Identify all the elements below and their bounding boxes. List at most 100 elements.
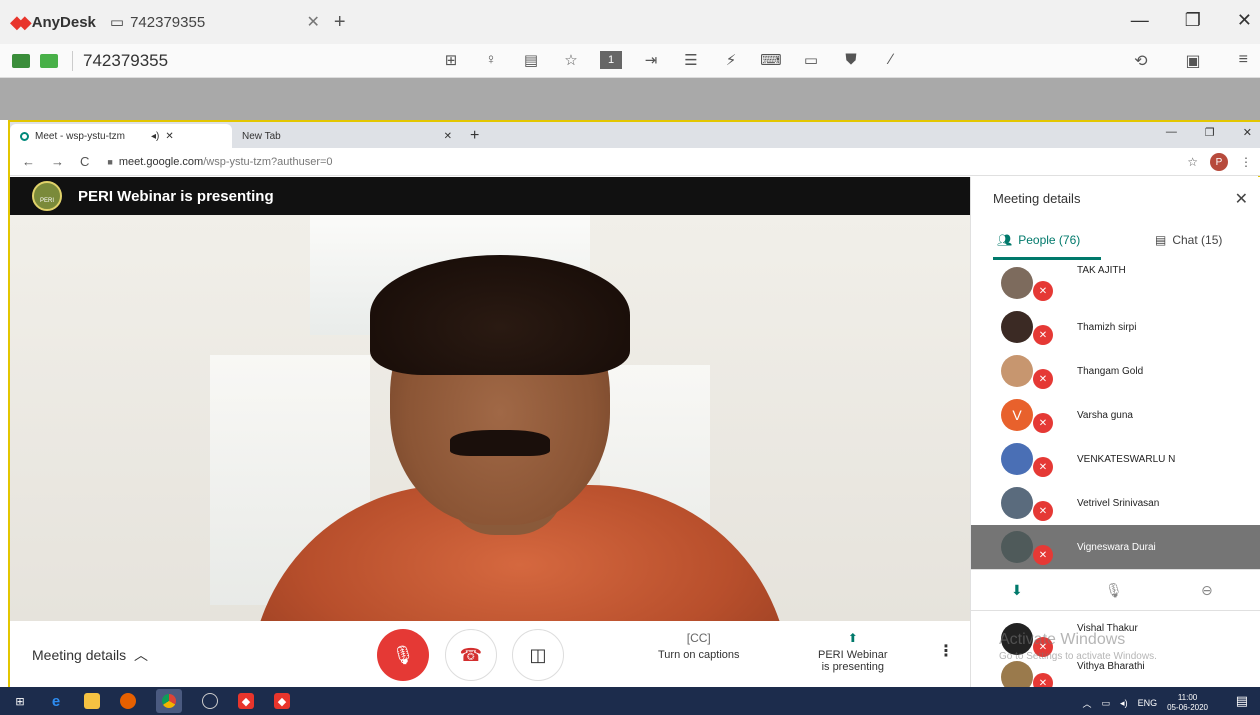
list-item[interactable]: V ✕ Varsha guna [971, 393, 1260, 437]
meet-favicon-icon [20, 131, 29, 141]
restore-button[interactable]: ❐ [1205, 126, 1215, 139]
edge-icon[interactable]: e [48, 693, 64, 710]
file-transfer-icon[interactable]: ⇥ [640, 51, 662, 69]
pen-icon[interactable]: ∕ [880, 51, 902, 69]
muted-icon: ✕ [1033, 545, 1053, 565]
monitor-1-button[interactable]: 1 [600, 51, 622, 69]
display-icon[interactable]: ▭ [800, 51, 822, 69]
anydesk-logo-icon: ◆◆ [10, 11, 32, 32]
camera-toggle-button[interactable]: ◫ [512, 629, 564, 681]
pin-icon[interactable]: ⬇ [1011, 582, 1023, 599]
mute-participant-icon[interactable]: 🎙︎ [1105, 582, 1123, 599]
list-item[interactable]: ✕ Vigneswara Durai [971, 525, 1260, 569]
presenting-button[interactable]: ⬆ PERI Webinar is presenting [818, 631, 888, 673]
tab-people[interactable]: 👥︎ People (76) [997, 233, 1080, 247]
new-tab-button[interactable]: + [470, 124, 479, 148]
participant-name: Varsha guna [1077, 409, 1133, 421]
anydesk-taskbar-icon[interactable]: ◆ [238, 693, 254, 709]
close-tab-icon[interactable]: ✕ [444, 131, 452, 142]
avatar [1001, 267, 1033, 299]
presentation-video[interactable] [10, 215, 970, 621]
firefox-icon[interactable] [120, 693, 136, 709]
kebab-menu-icon[interactable]: ⋮ [1240, 155, 1252, 169]
windows-start-icon[interactable]: ⊞ [12, 693, 28, 709]
shield-icon[interactable]: ⛊ [840, 51, 862, 69]
meeting-details-button[interactable]: Meeting details ︿ [32, 645, 148, 665]
profile-avatar[interactable]: P [1210, 153, 1228, 171]
history-icon[interactable]: ⟲ [1134, 51, 1147, 71]
participant-name: Vetrivel Srinivasan [1077, 497, 1160, 509]
anydesk-taskbar-icon[interactable]: ◆ [274, 693, 290, 709]
minimize-button[interactable]: — [1166, 126, 1177, 139]
hang-up-icon: ☎ [459, 644, 483, 665]
close-tab-icon[interactable]: ✕ [306, 12, 319, 32]
audio-icon[interactable]: ♀ [480, 51, 502, 69]
list-item[interactable]: ✕ Vishal Thakur [971, 617, 1260, 661]
mic-toggle-button[interactable]: 🎙︎ [377, 629, 429, 681]
list-item[interactable]: ✕ Thangam Gold [971, 349, 1260, 393]
chrome-icon[interactable] [156, 689, 182, 713]
network-icon[interactable]: ▭ [1102, 698, 1111, 709]
reload-icon[interactable]: C [80, 154, 89, 169]
remote-desk-icon[interactable] [40, 53, 58, 68]
remove-participant-icon[interactable]: ⊖ [1201, 582, 1213, 599]
captions-button[interactable]: [CC] Turn on captions [658, 631, 740, 661]
close-window-button[interactable]: ✕ [1243, 126, 1252, 139]
tab-chat[interactable]: ▤ Chat (15) [1155, 233, 1222, 247]
anydesk-address-field[interactable]: 742379355 [72, 50, 168, 71]
participant-actions: ⬇ 🎙︎ ⊖ [971, 569, 1260, 611]
cc-icon: [CC] [686, 631, 711, 645]
file-explorer-icon[interactable] [84, 693, 100, 709]
remote-screen[interactable]: Meet - wsp-ystu-tzm ◂) ✕ New Tab ✕ + — ❐… [8, 120, 1260, 693]
anydesk-tools: ⊞ ♀ ▤ ☆ 1 ⇥ ☰ ⚡ ⌨ ▭ ⛊ ∕ [440, 51, 902, 69]
menu-icon[interactable]: ≡ [1239, 51, 1248, 71]
save-icon[interactable]: ▣ [1186, 51, 1201, 71]
leave-call-button[interactable]: ☎ [445, 629, 497, 681]
window-controls: — ❐ ✕ [1131, 10, 1252, 31]
bookmark-star-icon[interactable]: ☆ [1187, 155, 1198, 169]
notification-icon[interactable]: ▤ [1236, 693, 1248, 709]
people-list: ✕ TAK AJITH ✕ Thamizh sirpi ✕ Thangam Go… [971, 261, 1260, 693]
present-screen-icon: ⬆ [847, 631, 858, 645]
list-item[interactable]: ✕ VENKATESWARLU N [971, 437, 1260, 481]
minimize-button[interactable]: — [1131, 10, 1149, 31]
participant-name: Vithya Bharathi [1077, 661, 1145, 672]
url-path: /wsp-ystu-tzm?authuser=0 [203, 155, 333, 168]
list-item[interactable]: ✕ Thamizh sirpi [971, 305, 1260, 349]
anydesk-toolbar: 742379355 ⊞ ♀ ▤ ☆ 1 ⇥ ☰ ⚡ ⌨ ▭ ⛊ ∕ ⟲ ▣ ≡ [0, 44, 1260, 78]
back-icon[interactable]: ← [22, 154, 35, 169]
close-tab-icon[interactable]: ✕ [165, 131, 173, 142]
obs-icon[interactable] [202, 693, 218, 709]
new-tab-button[interactable]: + [334, 11, 346, 34]
keyboard-icon[interactable]: ⌨ [760, 51, 782, 69]
chevron-up-icon[interactable]: ︿ [1083, 697, 1092, 710]
clipboard-icon[interactable]: ▤ [520, 51, 542, 69]
more-options-icon[interactable]: ⋮ [938, 641, 954, 661]
url-domain: meet.google.com [118, 155, 204, 168]
forward-icon[interactable]: → [51, 154, 64, 169]
maximize-button[interactable]: ❐ [1185, 10, 1201, 31]
chrome-toolbar-right: ☆ P ⋮ [1187, 153, 1252, 171]
avatar [1001, 487, 1033, 519]
avatar [1001, 311, 1033, 343]
clock[interactable]: 11:00 05-06-2020 [1167, 693, 1208, 713]
anydesk-tab-label: 742379355 [130, 13, 206, 31]
anydesk-right-tools: ⟲ ▣ ≡ [1134, 51, 1248, 71]
anydesk-session-tab[interactable]: ▭ 742379355 ✕ [110, 12, 320, 32]
permissions-icon[interactable]: ⊞ [440, 51, 462, 69]
lock-icon: ■ [107, 156, 113, 167]
favorite-icon[interactable]: ☆ [560, 51, 582, 69]
muted-icon: ✕ [1033, 501, 1053, 521]
close-window-button[interactable]: ✕ [1237, 10, 1252, 31]
close-panel-icon[interactable]: ✕ [1235, 189, 1248, 209]
chrome-tab-meet[interactable]: Meet - wsp-ystu-tzm ◂) ✕ [10, 124, 232, 148]
chrome-tab-newtab[interactable]: New Tab ✕ [232, 124, 462, 148]
address-bar[interactable]: ■ meet.google.com/wsp-ystu-tzm?authuser=0 [107, 156, 332, 168]
list-item[interactable]: ✕ Vetrivel Srinivasan [971, 481, 1260, 525]
list-item[interactable]: ✕ TAK AJITH [971, 261, 1260, 305]
volume-icon[interactable]: ◂) [1120, 698, 1128, 709]
chat-icon[interactable]: ☰ [680, 51, 702, 69]
monitor-icon: ▭ [109, 14, 125, 31]
actions-icon[interactable]: ⚡ [720, 51, 742, 69]
language-indicator[interactable]: ENG [1138, 698, 1158, 708]
